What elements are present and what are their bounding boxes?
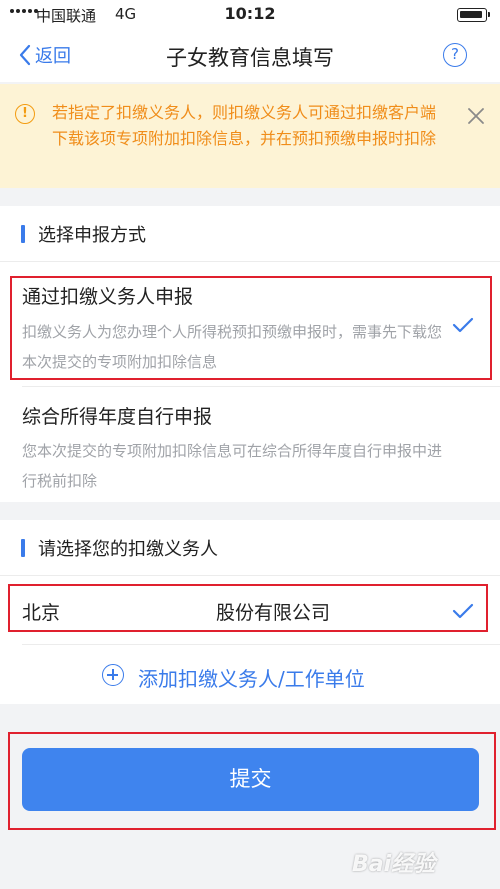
option-self-declare[interactable]: 综合所得年度自行申报 您本次提交的专项附加扣除信息可在综合所得年度自行申报中进行… xyxy=(0,392,500,502)
plus-circle-icon xyxy=(102,664,124,686)
method-section-header: 选择申报方式 xyxy=(0,206,500,262)
status-time: 10:12 xyxy=(224,4,276,23)
company-name-suffix: 股份有限公司 xyxy=(216,602,331,624)
add-withholding-agent-button[interactable]: 添加扣缴义务人/工作单位 xyxy=(0,648,500,704)
withholding-agent-item[interactable]: 北京 股份有限公司 xyxy=(0,582,500,638)
withholding-section-title: 请选择您的扣缴义务人 xyxy=(38,539,218,560)
option-withholding-agent[interactable]: 通过扣缴义务人申报 扣缴义务人为您办理个人所得税预扣预缴申报时，需事先下载您本次… xyxy=(0,272,500,382)
checkmark-icon xyxy=(452,317,474,333)
warning-icon: ! xyxy=(15,104,35,124)
checkmark-icon xyxy=(452,603,474,619)
company-name-prefix: 北京 xyxy=(22,602,61,624)
submit-button[interactable]: 提交 xyxy=(22,748,479,811)
option-title: 综合所得年度自行申报 xyxy=(22,406,213,428)
add-withholding-agent-label: 添加扣缴义务人/工作单位 xyxy=(138,667,365,691)
chevron-left-icon xyxy=(19,44,31,66)
method-card: 选择申报方式 通过扣缴义务人申报 扣缴义务人为您办理个人所得税预扣预缴申报时，需… xyxy=(0,206,500,502)
section-marker xyxy=(21,225,25,243)
method-section-title: 选择申报方式 xyxy=(38,225,146,246)
notice-text: 若指定了扣缴义务人，则扣缴义务人可通过扣缴客户端下载该项专项附加扣除信息，并在预… xyxy=(52,103,437,148)
divider xyxy=(22,386,500,387)
close-icon[interactable] xyxy=(466,106,486,126)
help-icon[interactable]: ? xyxy=(443,43,467,67)
divider xyxy=(22,644,500,645)
option-title: 通过扣缴义务人申报 xyxy=(22,286,194,308)
withholding-section-header: 请选择您的扣缴义务人 xyxy=(0,520,500,576)
notice-banner: ! 若指定了扣缴义务人，则扣缴义务人可通过扣缴客户端下载该项专项附加扣除信息，并… xyxy=(0,84,500,188)
option-description: 扣缴义务人为您办理个人所得税预扣预缴申报时，需事先下载您本次提交的专项附加扣除信… xyxy=(22,323,443,371)
baidu-watermark: Bai经验 xyxy=(352,852,436,877)
battery-icon xyxy=(457,8,490,22)
section-marker xyxy=(21,539,25,557)
back-button[interactable]: 返回 xyxy=(18,42,71,68)
option-description: 您本次提交的专项附加扣除信息可在综合所得年度自行申报中进行税前扣除 xyxy=(22,442,443,490)
page-title: 子女教育信息填写 xyxy=(166,46,334,70)
back-label: 返回 xyxy=(35,46,71,67)
nav-bar: 返回 子女教育信息填写 ? xyxy=(0,30,500,82)
withholding-card: 请选择您的扣缴义务人 北京 股份有限公司 添加扣缴义务人/工作单位 xyxy=(0,520,500,704)
status-bar: 中国联通 4G 10:12 xyxy=(0,0,500,30)
